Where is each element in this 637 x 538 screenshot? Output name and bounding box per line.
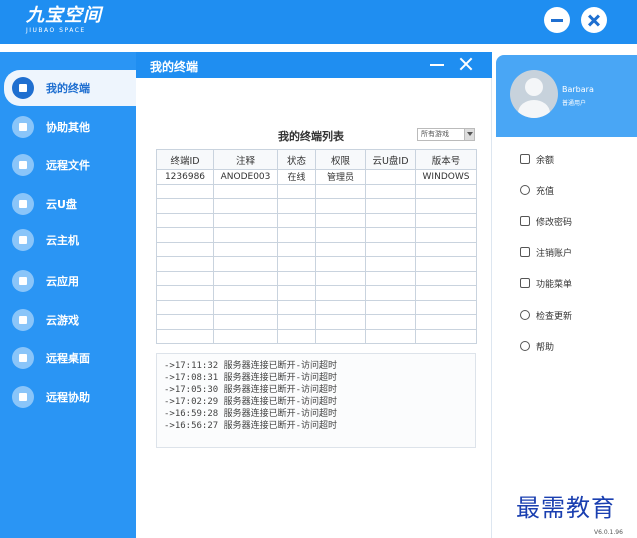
- sidebar-item-label: 云主机: [46, 234, 79, 247]
- help-icon: [520, 341, 530, 351]
- table-row-empty: [156, 212, 477, 228]
- panel-close-button[interactable]: [458, 56, 474, 72]
- table-row-empty: [156, 270, 477, 286]
- sidebar-item-cloud-game[interactable]: 云游戏: [0, 302, 136, 338]
- filter-value: 所有游戏: [421, 130, 449, 138]
- menu-item-label: 修改密码: [536, 218, 573, 228]
- panel-title: 我的终端: [150, 60, 199, 74]
- log-line: ->16:56:27 服务器连接已断开-访问超时: [164, 421, 338, 431]
- table-cell: ANODE003: [213, 169, 278, 185]
- logo-main-text: 九宝空间: [26, 5, 102, 26]
- column-header[interactable]: 注释: [213, 149, 278, 170]
- monitor-icon: [12, 386, 34, 408]
- table-row-empty: [156, 256, 477, 272]
- sidebar-item-cloud-usb[interactable]: 云U盘: [0, 186, 136, 222]
- title-bar: 九宝空间 JIUBAO SPACE: [0, 0, 637, 44]
- wallet-icon: [520, 154, 530, 164]
- column-header[interactable]: 终端ID: [156, 149, 214, 170]
- close-button[interactable]: [581, 7, 607, 33]
- menu-item-label: 功能菜单: [536, 280, 573, 290]
- log-area[interactable]: ->17:11:32 服务器连接已断开-访问超时 ->17:08:31 服务器连…: [156, 353, 476, 448]
- menu-item-label: 帮助: [536, 343, 555, 353]
- sidebar-item-label: 云U盘: [46, 198, 77, 211]
- terminal-panel: 我的终端 我的终端列表 所有游戏 终端ID 注释 状态 权限 云U盘ID 版本号…: [136, 52, 492, 538]
- sidebar-item-remote-assist[interactable]: 远程协助: [0, 379, 136, 415]
- sidebar: 我的终端 协助其他 远程文件 云U盘 云主机 云应用 云游戏 远程桌面 远程协助: [0, 52, 136, 538]
- yuan-icon: [520, 185, 530, 195]
- menu-item-label: 充值: [536, 187, 555, 197]
- table-row-empty: [156, 227, 477, 243]
- file-icon: [12, 154, 34, 176]
- avatar[interactable]: [510, 70, 558, 118]
- username: Barbara: [562, 85, 594, 94]
- version-label: V6.0.1.96: [594, 529, 623, 536]
- sidebar-item-my-terminal[interactable]: 我的终端: [4, 70, 136, 106]
- sidebar-item-label: 远程桌面: [46, 352, 90, 365]
- table-row-empty: [156, 328, 477, 344]
- desktop-icon: [12, 347, 34, 369]
- usb-icon: [12, 193, 34, 215]
- sidebar-item-remote-desktop[interactable]: 远程桌面: [0, 340, 136, 376]
- sidebar-item-label: 协助其他: [46, 121, 90, 134]
- table-row-empty: [156, 314, 477, 330]
- table-cell: 管理员: [315, 169, 366, 185]
- log-line: ->17:08:31 服务器连接已断开-访问超时: [164, 373, 338, 383]
- table-header-row: 终端ID 注释 状态 权限 云U盘ID 版本号: [156, 149, 477, 170]
- terminal-table: 终端ID 注释 状态 权限 云U盘ID 版本号 1236986 ANODE003…: [156, 149, 477, 344]
- profile-card: Barbara 普通用户: [496, 55, 637, 137]
- table-cell: 1236986: [156, 169, 214, 185]
- chevron-down-icon: [464, 129, 474, 140]
- table-cell: [365, 169, 416, 185]
- apps-icon: [12, 270, 34, 292]
- menu-item-label: 余额: [536, 156, 555, 166]
- update-icon: [520, 310, 530, 320]
- assist-icon: [12, 116, 34, 138]
- table-row[interactable]: 1236986 ANODE003 在线 管理员 WINDOWS: [156, 169, 477, 185]
- log-line: ->16:59:28 服务器连接已断开-访问超时: [164, 409, 338, 419]
- log-line: ->17:05:30 服务器连接已断开-访问超时: [164, 385, 338, 395]
- sidebar-item-label: 云应用: [46, 275, 79, 288]
- app-logo: 九宝空间 JIUBAO SPACE: [26, 6, 102, 35]
- sidebar-item-assist-others[interactable]: 协助其他: [0, 109, 136, 145]
- panel-minimize-button[interactable]: [430, 64, 444, 66]
- menu-item-label: 注销账户: [536, 249, 573, 259]
- table-row-empty: [156, 285, 477, 301]
- menu-item-label: 检查更新: [536, 312, 573, 322]
- sidebar-item-remote-files[interactable]: 远程文件: [0, 147, 136, 183]
- lock-icon: [520, 216, 530, 226]
- log-line: ->17:02:29 服务器连接已断开-访问超时: [164, 397, 338, 407]
- table-row-empty: [156, 183, 477, 199]
- account-panel: Barbara 普通用户 余额 充值 修改密码 注销账户 功能菜单 检查更新 帮…: [496, 55, 637, 538]
- terminal-icon: [12, 77, 34, 99]
- list-title: 我的终端列表: [278, 130, 344, 143]
- column-header[interactable]: 权限: [315, 149, 366, 170]
- grid-icon: [520, 278, 530, 288]
- column-header[interactable]: 状态: [277, 149, 316, 170]
- log-line: ->17:11:32 服务器连接已断开-访问超时: [164, 361, 338, 371]
- table-row-empty: [156, 198, 477, 214]
- sidebar-item-cloud-app[interactable]: 云应用: [0, 263, 136, 299]
- gamepad-icon: [12, 309, 34, 331]
- column-header[interactable]: 版本号: [415, 149, 477, 170]
- table-row-empty: [156, 299, 477, 315]
- table-row-empty: [156, 241, 477, 257]
- table-cell: WINDOWS: [415, 169, 477, 185]
- sidebar-item-label: 远程文件: [46, 159, 90, 172]
- panel-header: 我的终端: [136, 52, 492, 78]
- sidebar-item-cloud-host[interactable]: 云主机: [0, 222, 136, 258]
- user-type: 普通用户: [562, 100, 587, 107]
- minimize-button[interactable]: [544, 7, 570, 33]
- sidebar-item-label: 云游戏: [46, 314, 79, 327]
- column-header[interactable]: 云U盘ID: [365, 149, 416, 170]
- table-cell: 在线: [277, 169, 316, 185]
- logo-sub-text: JIUBAO SPACE: [26, 27, 86, 34]
- sidebar-item-label: 远程协助: [46, 391, 90, 404]
- sidebar-item-label: 我的终端: [46, 82, 90, 95]
- logout-icon: [520, 247, 530, 257]
- watermark: 最需教育: [516, 494, 616, 522]
- server-icon: [12, 229, 34, 251]
- game-filter-select[interactable]: 所有游戏: [417, 128, 475, 141]
